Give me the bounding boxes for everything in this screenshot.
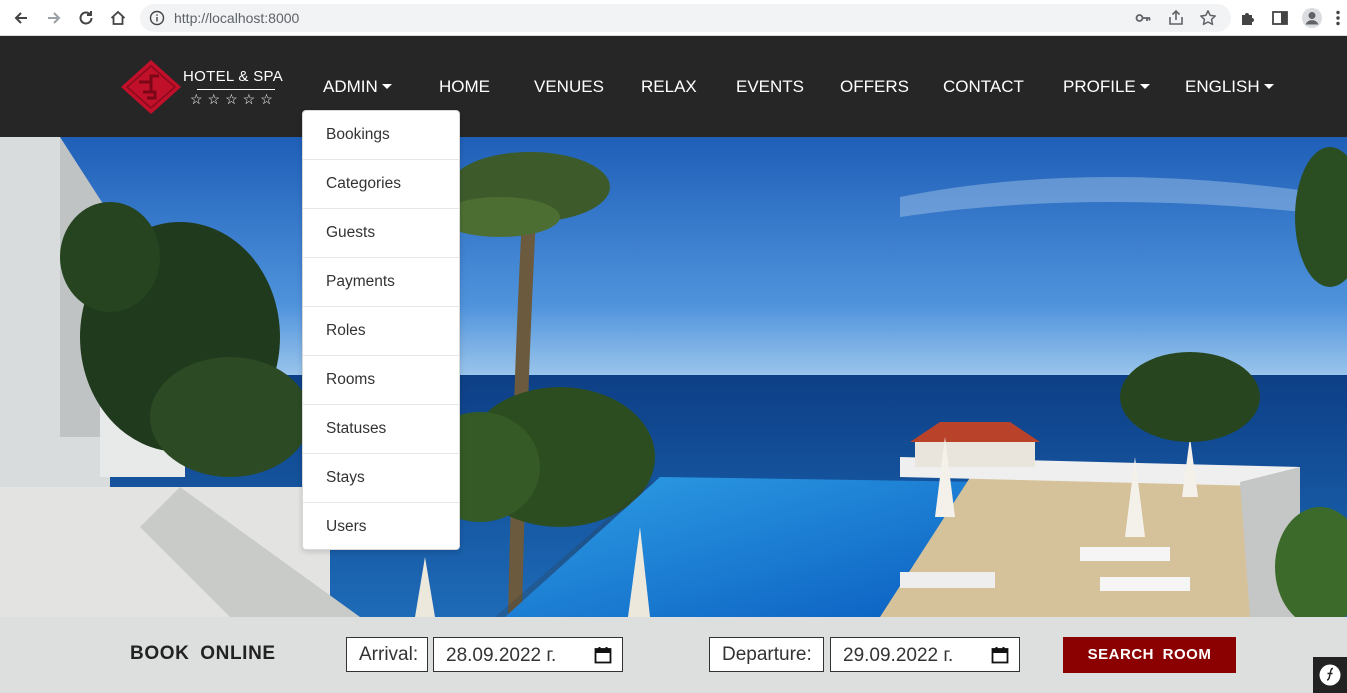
forward-icon[interactable]: [42, 6, 66, 30]
browser-menu-icon[interactable]: [1326, 6, 1347, 30]
address-bar[interactable]: http://localhost:8000: [140, 4, 1231, 32]
departure-label: Departure:: [709, 637, 824, 672]
menu-item-roles[interactable]: Roles: [303, 307, 459, 356]
menu-item-users[interactable]: Users: [303, 503, 459, 549]
reload-icon[interactable]: [74, 6, 98, 30]
search-room-button[interactable]: SEARCH ROOM: [1063, 637, 1236, 673]
departure-date-value: 29.09.2022 г.: [843, 645, 954, 666]
hotel-logo-icon[interactable]: [121, 60, 181, 114]
menu-item-categories[interactable]: Categories: [303, 160, 459, 209]
bookmark-star-icon[interactable]: [1198, 8, 1218, 28]
nav-language[interactable]: ENGLISH: [1185, 77, 1274, 97]
nav-events[interactable]: EVENTS: [736, 77, 804, 97]
nav-home[interactable]: HOME: [439, 77, 490, 97]
site-navbar: HOTEL & SPA ☆☆☆☆☆ ADMIN HOME VENUES RELA…: [0, 36, 1347, 137]
admin-dropdown-menu: Bookings Categories Guests Payments Role…: [302, 110, 460, 550]
share-icon[interactable]: [1166, 8, 1186, 28]
arrival-date-value: 28.09.2022 г.: [446, 645, 557, 666]
departure-date-input[interactable]: 29.09.2022 г.: [830, 637, 1020, 672]
menu-item-payments[interactable]: Payments: [303, 258, 459, 307]
chevron-down-icon: [1139, 84, 1150, 89]
browser-toolbar: http://localhost:8000: [0, 0, 1347, 36]
url-text[interactable]: http://localhost:8000: [174, 10, 299, 26]
menu-item-bookings[interactable]: Bookings: [303, 111, 459, 160]
symfony-toolbar-icon[interactable]: [1313, 657, 1347, 693]
nav-profile-label: PROFILE: [1063, 77, 1136, 96]
nav-profile[interactable]: PROFILE: [1063, 77, 1150, 97]
booking-bar: BOOK ONLINE Arrival: 28.09.2022 г. Depar…: [0, 617, 1347, 693]
nav-language-label: ENGLISH: [1185, 77, 1260, 96]
menu-item-rooms[interactable]: Rooms: [303, 356, 459, 405]
calendar-icon[interactable]: [594, 646, 612, 664]
menu-item-statuses[interactable]: Statuses: [303, 405, 459, 454]
home-icon[interactable]: [106, 6, 130, 30]
info-icon[interactable]: [149, 10, 165, 26]
nav-venues[interactable]: VENUES: [534, 77, 604, 97]
nav-offers[interactable]: OFFERS: [840, 77, 909, 97]
nav-admin-label: ADMIN: [323, 77, 378, 96]
chevron-down-icon: [381, 84, 392, 89]
brand-divider: [197, 89, 275, 90]
book-online-heading: BOOK ONLINE: [130, 643, 276, 664]
brand-stars: ☆☆☆☆☆: [190, 91, 278, 107]
menu-item-stays[interactable]: Stays: [303, 454, 459, 503]
hero-image: [0, 137, 1347, 617]
profile-avatar-icon[interactable]: [1300, 6, 1324, 30]
arrival-label: Arrival:: [346, 637, 428, 672]
side-panel-icon[interactable]: [1268, 6, 1292, 30]
nav-admin[interactable]: ADMIN: [323, 77, 392, 97]
calendar-icon[interactable]: [991, 646, 1009, 664]
nav-relax[interactable]: RELAX: [641, 77, 697, 97]
back-icon[interactable]: [9, 6, 33, 30]
menu-item-guests[interactable]: Guests: [303, 209, 459, 258]
key-icon[interactable]: [1133, 8, 1153, 28]
chevron-down-icon: [1263, 84, 1274, 89]
brand-name[interactable]: HOTEL & SPA: [183, 68, 283, 85]
arrival-date-input[interactable]: 28.09.2022 г.: [433, 637, 623, 672]
extensions-icon[interactable]: [1236, 6, 1260, 30]
nav-contact[interactable]: CONTACT: [943, 77, 1024, 97]
